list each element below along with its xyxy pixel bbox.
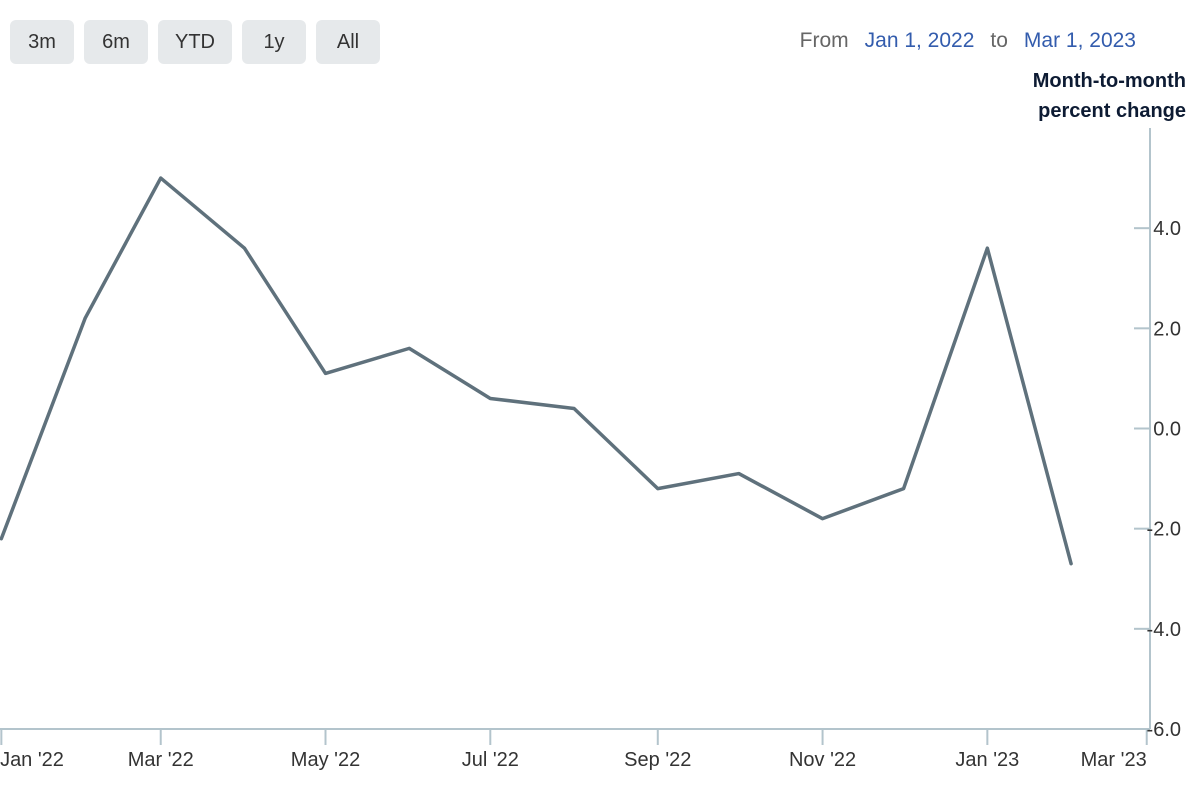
data-point bbox=[656, 487, 660, 491]
plot-area bbox=[0, 176, 1073, 566]
data-point bbox=[242, 246, 246, 250]
y-tick-label: 0.0 bbox=[1153, 419, 1181, 441]
chart-axes bbox=[0, 128, 1151, 745]
data-point bbox=[985, 246, 989, 250]
x-tick-label: Jan '23 bbox=[955, 749, 1019, 771]
line-chart: Jan '22 Mar '22 May '22 Jul '22 Sep '22 Nov '… bbox=[0, 128, 1181, 771]
y-tick-label: -4.0 bbox=[1147, 619, 1181, 641]
x-tick-label: Mar '23 bbox=[1081, 749, 1147, 771]
x-axis-labels: Jan '22 Mar '22 May '22 Jul '22 Sep '22 Nov '… bbox=[0, 749, 1147, 771]
x-tick-label: Jan '22 bbox=[0, 749, 64, 771]
data-point bbox=[407, 346, 411, 350]
data-point bbox=[902, 487, 906, 491]
data-point bbox=[324, 371, 328, 375]
data-point bbox=[1069, 562, 1073, 566]
x-tick-label: Sep '22 bbox=[624, 749, 691, 771]
data-point bbox=[821, 517, 825, 521]
y-tick-label: 4.0 bbox=[1153, 218, 1181, 240]
x-tick-label: May '22 bbox=[291, 749, 360, 771]
y-tick-label: -6.0 bbox=[1147, 719, 1181, 741]
series-line bbox=[0, 176, 1073, 566]
data-point bbox=[737, 472, 741, 476]
x-tick-label: Mar '22 bbox=[128, 749, 194, 771]
x-tick-label: Nov '22 bbox=[789, 749, 856, 771]
x-tick-label: Jul '22 bbox=[462, 749, 519, 771]
data-point bbox=[488, 396, 492, 400]
data-point bbox=[159, 176, 163, 180]
y-tick-label: -2.0 bbox=[1147, 519, 1181, 541]
data-point bbox=[83, 316, 87, 320]
y-tick-label: 2.0 bbox=[1153, 318, 1181, 340]
y-axis-labels: 4.0 2.0 0.0 -2.0 -4.0 -6.0 bbox=[1147, 218, 1181, 741]
data-point bbox=[572, 406, 576, 410]
